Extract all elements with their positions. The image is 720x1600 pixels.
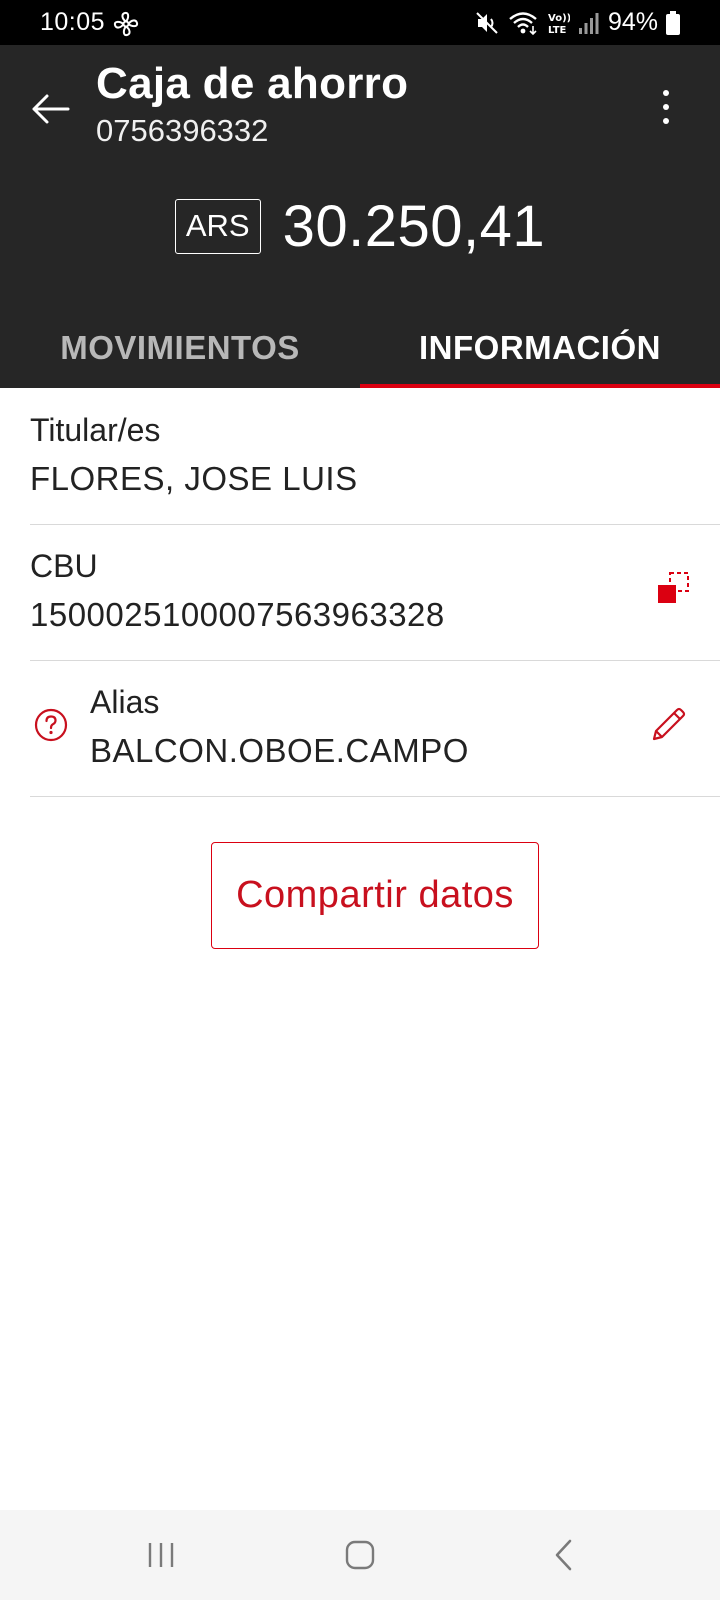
status-icons: Vo)) LTE 94% (474, 8, 680, 37)
titular-value: FLORES, JOSE LUIS (30, 460, 358, 497)
system-nav-bar (0, 1510, 720, 1600)
alias-label: Alias (90, 684, 160, 720)
back-button[interactable] (26, 85, 74, 133)
page-title: Caja de ahorro (96, 59, 409, 108)
battery-icon (666, 10, 680, 35)
tab-informacion[interactable]: INFORMACIÓN (360, 308, 720, 388)
home-icon[interactable] (345, 1540, 375, 1570)
tab-movimientos[interactable]: MOVIMIENTOS (0, 308, 360, 388)
balance-row: ARS 30.250,41 (0, 193, 720, 259)
account-header: Caja de ahorro 0756396332 ARS 30.250,41 … (0, 45, 720, 388)
signal-icon (578, 12, 599, 34)
cbu-label: CBU (30, 548, 98, 584)
account-number: 0756396332 (96, 113, 269, 148)
fan-icon (113, 11, 139, 37)
cbu-value: 1500025100007563963328 (30, 596, 445, 633)
tab-bar: MOVIMIENTOS INFORMACIÓN (0, 308, 720, 388)
account-info-screen: 10:05 Vo)) LTE 94% Caja de ahorro 075639… (0, 0, 720, 1600)
mute-icon (476, 11, 498, 34)
help-icon[interactable] (34, 708, 68, 742)
more-options-button[interactable] (648, 79, 684, 135)
tab-informacion-label: INFORMACIÓN (419, 329, 661, 366)
copy-icon[interactable] (656, 571, 692, 607)
arrow-left-icon (32, 94, 70, 124)
svg-text:Vo)): Vo)) (548, 13, 570, 24)
share-data-button[interactable]: Compartir datos (211, 842, 539, 949)
battery-percent: 94% (607, 8, 658, 36)
status-bar: 10:05 Vo)) LTE 94% (0, 0, 720, 45)
balance-amount: 30.250,41 (282, 193, 546, 259)
svg-text:LTE: LTE (548, 25, 567, 36)
volte-icon: Vo)) LTE (548, 13, 570, 36)
info-row-titular: Titular/es FLORES, JOSE LUIS (30, 388, 720, 525)
more-dot-icon (663, 104, 669, 110)
more-dot-icon (663, 118, 669, 124)
alias-value: BALCON.OBOE.CAMPO (90, 732, 469, 769)
status-time: 10:05 (40, 8, 106, 36)
back-nav-icon[interactable] (552, 1538, 576, 1572)
edit-icon[interactable] (650, 705, 688, 743)
info-row-cbu: CBU 1500025100007563963328 (30, 525, 720, 661)
recent-apps-icon[interactable] (146, 1540, 176, 1570)
titular-label: Titular/es (30, 412, 161, 448)
wifi-icon (509, 11, 537, 35)
info-row-alias: Alias BALCON.OBOE.CAMPO (30, 661, 720, 797)
more-dot-icon (663, 90, 669, 96)
currency-badge: ARS (174, 198, 261, 254)
